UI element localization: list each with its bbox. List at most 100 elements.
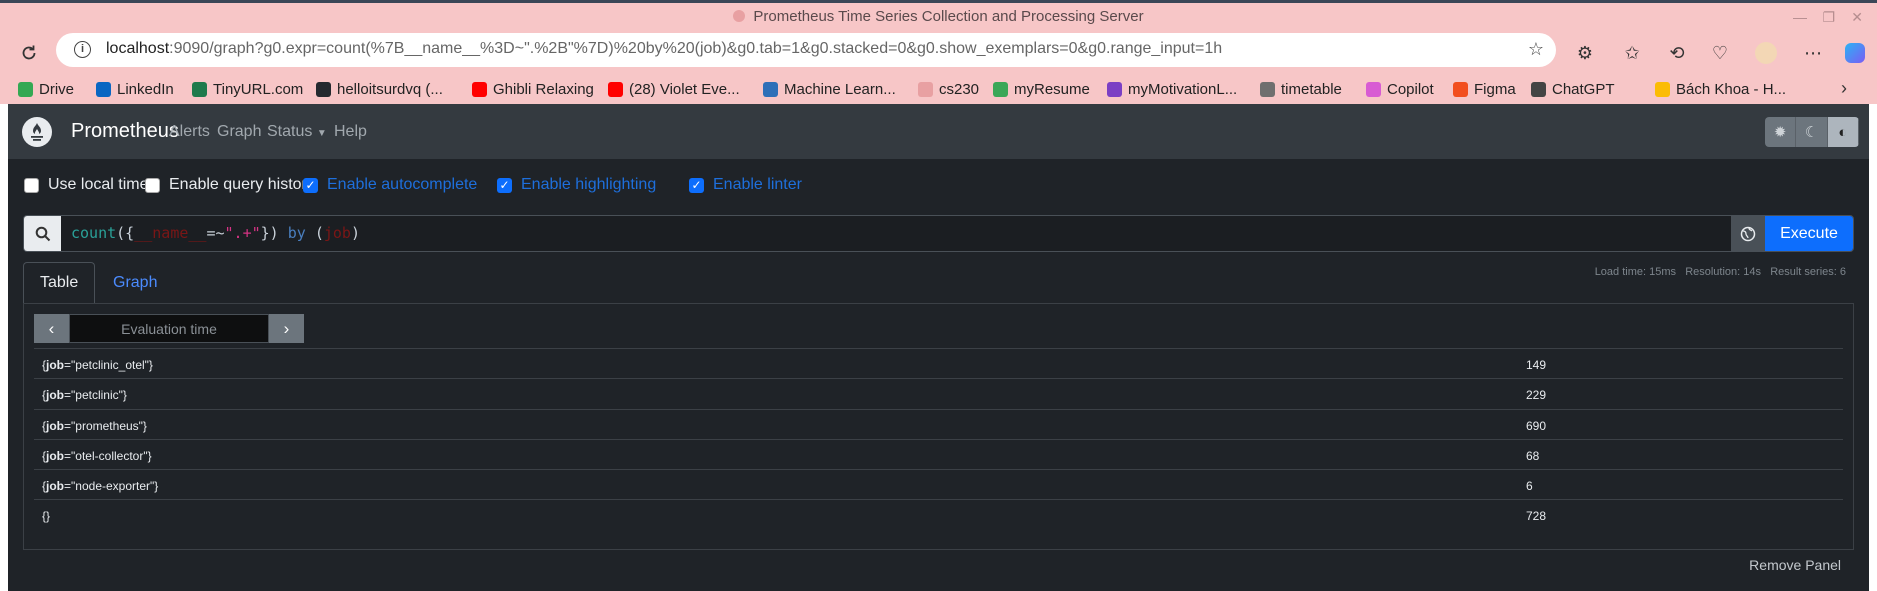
bookmark-favicon-icon <box>608 81 623 97</box>
tab-table[interactable]: Table <box>23 262 96 303</box>
bookmark-label: Copilot <box>1387 80 1434 98</box>
bookmark-item[interactable]: Figma <box>1453 78 1516 100</box>
close-icon[interactable]: ✕ <box>1851 9 1863 26</box>
nav-graph[interactable]: Graph <box>217 123 261 141</box>
results-table: {job="petclinic_otel"} 149 {job="petclinic… <box>34 348 1843 530</box>
evaluation-time-input[interactable]: Evaluation time <box>69 314 269 343</box>
bookmark-favicon-icon <box>472 81 487 97</box>
bookmark-favicon-icon <box>96 81 111 97</box>
bookmark-label: LinkedIn <box>117 80 174 98</box>
history-icon[interactable]: ⟲ <box>1664 40 1690 66</box>
option-enable-highlighting[interactable]: ✓ Enable highlighting <box>497 176 656 194</box>
series-labels: {job="petclinic"} <box>42 388 127 403</box>
execute-button[interactable]: Execute <box>1765 216 1853 251</box>
option-enable-query-history[interactable]: Enable query history <box>145 176 315 194</box>
nav-status-dropdown[interactable]: Status ▼ <box>267 123 327 141</box>
series-labels: {job="petclinic_otel"} <box>42 358 153 372</box>
minimize-icon[interactable]: — <box>1793 9 1807 25</box>
expression-input[interactable]: count({__name__=~".+"}) by (job) <box>71 224 360 242</box>
bookmark-label: Figma <box>1474 80 1516 98</box>
table-panel: ‹ Evaluation time › {job="petclinic_otel… <box>23 303 1854 550</box>
bookmark-favicon-icon <box>1366 81 1381 97</box>
bookmark-label: Bách Khoa - H... <box>1676 80 1787 98</box>
brand-title[interactable]: Prometheus <box>71 120 179 143</box>
window-title-text: Prometheus Time Series Collection and Pr… <box>753 8 1144 25</box>
table-row: {job="petclinic"} 229 <box>34 378 1843 408</box>
address-bar[interactable]: i localhost:9090/graph?g0.expr=count(%7B… <box>56 33 1556 67</box>
bookmark-item[interactable]: helloitsurdvq (... <box>316 78 443 100</box>
nav-alerts[interactable]: Alerts <box>169 123 210 141</box>
browser-theme-icon[interactable]: ◐ <box>1827 117 1859 147</box>
remove-panel-link[interactable]: Remove Panel <box>1749 557 1841 573</box>
address-url: localhost:9090/graph?g0.expr=count(%7B__… <box>106 40 1223 57</box>
light-theme-icon[interactable]: ✹ <box>1765 117 1797 147</box>
query-stats: Load time: 15ms Resolution: 14s Result s… <box>1594 266 1846 278</box>
expression-input-group: count({__name__=~".+"}) by (job) Execute <box>23 215 1854 252</box>
reload-icon[interactable] <box>16 40 42 66</box>
bookmark-item[interactable]: TinyURL.com <box>192 78 303 100</box>
table-row: {job="node-exporter"} 6 <box>34 469 1843 499</box>
bookmark-favicon-icon <box>1531 81 1546 97</box>
checkbox-icon[interactable] <box>24 177 39 193</box>
option-enable-linter[interactable]: ✓ Enable linter <box>689 176 802 194</box>
table-row: {job="otel-collector"} 68 <box>34 438 1843 469</box>
theme-toggle: ✹ ☾ ◐ <box>1765 117 1859 147</box>
bookmark-favicon-icon <box>1107 81 1122 97</box>
app-navbar: Prometheus Alerts Graph Status ▼ Help ✹ … <box>8 104 1869 159</box>
extensions-icon[interactable]: ⚙ <box>1572 40 1598 66</box>
series-labels: {job="prometheus"} <box>42 418 147 433</box>
next-time-button[interactable]: › <box>269 314 304 343</box>
bookmark-label: Drive <box>39 80 75 98</box>
window-titlebar: Prometheus Time Series Collection and Pr… <box>0 0 1877 32</box>
prometheus-app: Prometheus Alerts Graph Status ▼ Help ✹ … <box>8 104 1869 591</box>
bookmark-favicon-icon <box>192 81 207 97</box>
option-use-local-time[interactable]: Use local time <box>24 176 148 194</box>
series-value: 728 <box>1526 509 1547 524</box>
bookmark-item[interactable]: myMotivationL... <box>1107 78 1237 100</box>
bookmark-item[interactable]: Machine Learn... <box>763 78 896 100</box>
evaluation-time-control: ‹ Evaluation time › <box>34 314 304 343</box>
bookmark-item[interactable]: cs230 <box>918 78 979 100</box>
series-value: 6 <box>1526 479 1533 494</box>
bookmark-item[interactable]: (28) Violet Eve... <box>608 78 740 100</box>
table-row: {job="petclinic_otel"} 149 <box>34 348 1843 378</box>
previous-time-button[interactable]: ‹ <box>34 314 69 343</box>
checkbox-checked-icon[interactable]: ✓ <box>497 177 512 193</box>
maximize-icon[interactable]: ❐ <box>1822 9 1835 26</box>
dark-theme-icon[interactable]: ☾ <box>1796 117 1828 147</box>
more-menu-icon[interactable]: ⋯ <box>1800 40 1826 66</box>
bookmark-item[interactable]: Bách Khoa - H... <box>1655 78 1786 100</box>
nav-help[interactable]: Help <box>334 123 367 141</box>
bookmark-label: helloitsurdvq (... <box>337 80 443 98</box>
copilot-icon[interactable] <box>1842 40 1868 66</box>
bookmark-label: (28) Violet Eve... <box>629 80 740 98</box>
browser-toolbar: i localhost:9090/graph?g0.expr=count(%7B… <box>0 32 1877 74</box>
bookmark-item[interactable]: ChatGPT <box>1531 78 1615 100</box>
tab-graph[interactable]: Graph <box>97 262 173 303</box>
profile-avatar[interactable] <box>1753 40 1779 66</box>
favorites-icon[interactable]: ✩ <box>1619 40 1645 66</box>
favorite-star-icon[interactable]: ☆ <box>1528 39 1544 60</box>
caret-down-icon: ▼ <box>316 128 327 139</box>
checkbox-checked-icon[interactable]: ✓ <box>689 177 704 193</box>
option-enable-autocomplete[interactable]: ✓ Enable autocomplete <box>303 176 477 194</box>
bookmark-favicon-icon <box>316 81 331 97</box>
checkbox-icon[interactable] <box>145 177 160 193</box>
bookmark-item[interactable]: Ghibli Relaxing <box>472 78 594 100</box>
metrics-explorer-icon[interactable] <box>1731 216 1765 251</box>
bookmark-favicon-icon <box>763 81 778 97</box>
bookmark-favicon-icon <box>1260 81 1275 97</box>
bookmark-item[interactable]: LinkedIn <box>96 78 174 100</box>
site-info-icon[interactable]: i <box>74 41 91 58</box>
bookmark-item[interactable]: myResume <box>993 78 1090 100</box>
browser-essentials-icon[interactable]: ♡ <box>1707 40 1733 66</box>
prometheus-logo-icon[interactable] <box>22 117 52 147</box>
bookmark-item[interactable]: timetable <box>1260 78 1342 100</box>
bookmarks-overflow-chevron-icon[interactable]: › <box>1841 78 1847 99</box>
bookmark-item[interactable]: Copilot <box>1366 78 1434 100</box>
checkbox-checked-icon[interactable]: ✓ <box>303 177 318 193</box>
bookmark-favicon-icon <box>18 81 33 97</box>
series-labels: {} <box>42 509 51 524</box>
bookmark-label: Ghibli Relaxing <box>493 80 594 98</box>
bookmark-item[interactable]: Drive <box>18 78 74 100</box>
